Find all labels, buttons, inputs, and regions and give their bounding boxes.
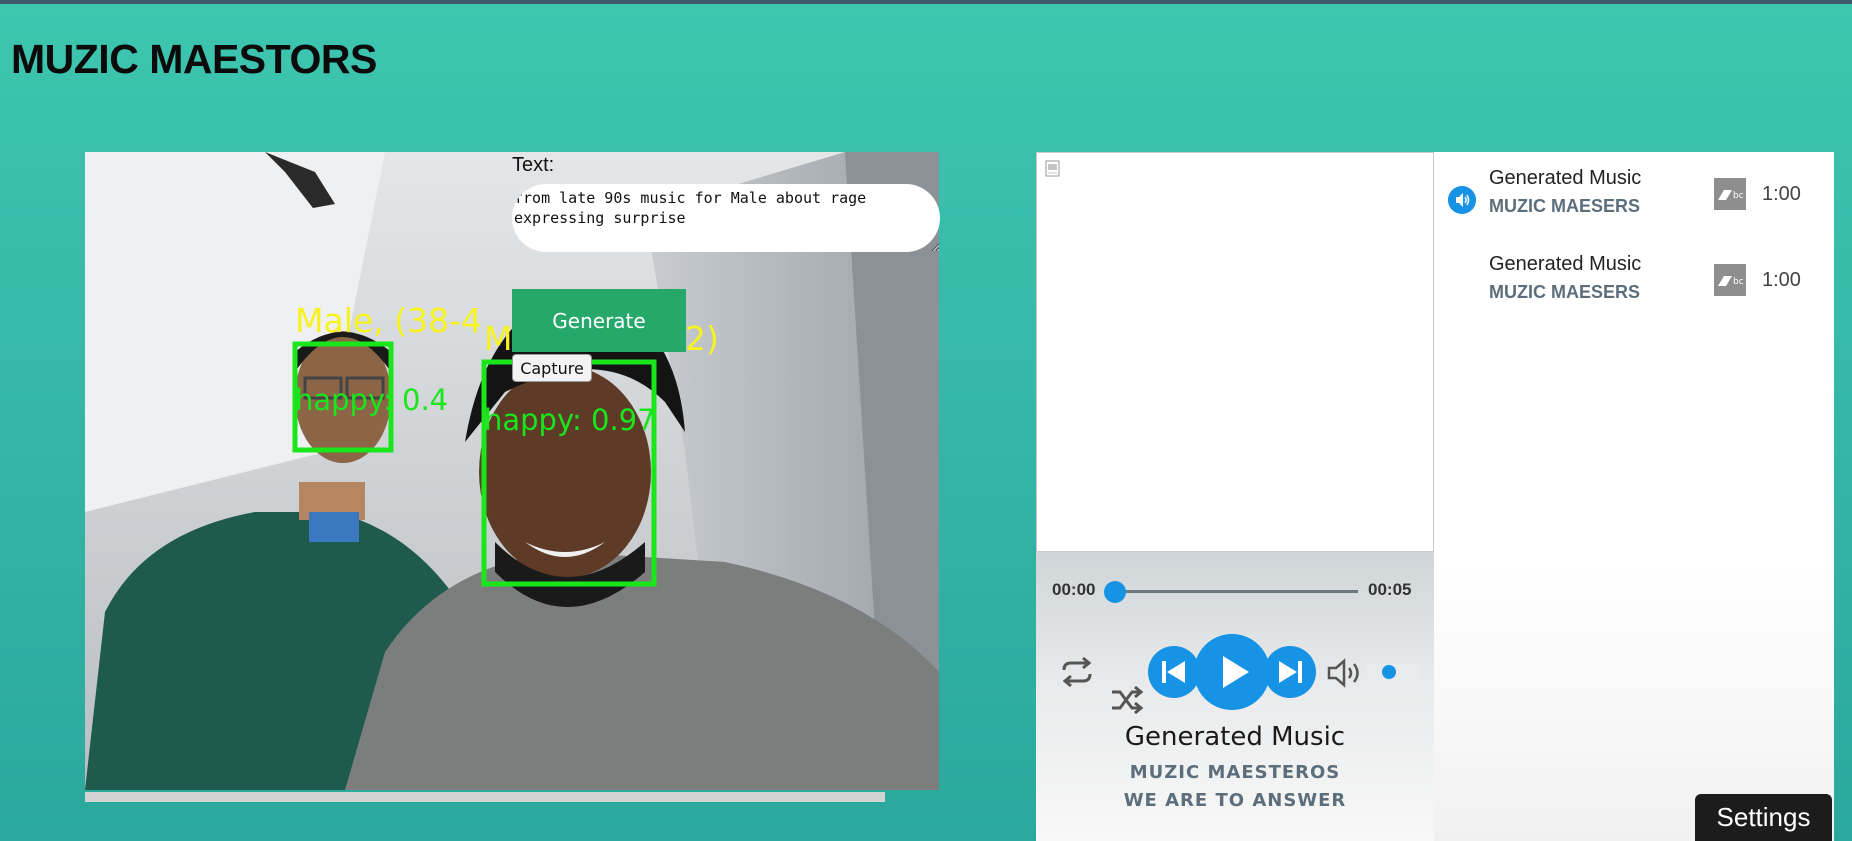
emotion-label-1: happy: 0.4: [295, 383, 448, 417]
now-playing-album: WE ARE TO ANSWER: [1123, 790, 1347, 811]
generate-button[interactable]: Generate: [512, 289, 686, 352]
text-label: Text:: [512, 154, 555, 176]
prompt-textarea[interactable]: from late 90s music for Male about rage …: [512, 184, 940, 252]
svg-text:bc: bc: [1733, 277, 1744, 287]
play-icon[interactable]: [1194, 634, 1270, 710]
playlist-item-artist: MUZIC MAESERS: [1489, 196, 1641, 216]
shuffle-icon[interactable]: [1110, 686, 1144, 714]
bandcamp-icon[interactable]: bc: [1714, 264, 1746, 296]
now-playing-title: Generated Music: [1124, 722, 1346, 752]
now-playing-artist: MUZIC MAESTEROS: [1129, 762, 1341, 783]
speaker-icon: [1448, 186, 1476, 214]
svg-text:bc: bc: [1733, 191, 1744, 201]
player-controls: 00:00 00:05 Generated Music MUZIC MAESTE…: [1036, 552, 1434, 841]
face-label-2-suffix: 2): [685, 319, 719, 358]
current-time: 00:00: [1052, 580, 1096, 599]
top-border: [0, 0, 1852, 4]
settings-button[interactable]: Settings: [1695, 794, 1832, 841]
volume-icon[interactable]: [1326, 658, 1364, 688]
seek-bar[interactable]: [1116, 590, 1358, 593]
camera-scrollbar[interactable]: [85, 792, 885, 802]
page-title: MUZIC MAESTORS: [11, 36, 377, 82]
bandcamp-icon[interactable]: bc: [1714, 178, 1746, 210]
capture-button[interactable]: Capture: [512, 354, 592, 382]
playlist-item-artist: MUZIC MAESERS: [1489, 282, 1641, 302]
face-label-1: Male, (38-4: [295, 301, 482, 340]
total-time: 00:05: [1368, 580, 1412, 599]
emotion-label-2: happy: 0.97: [484, 403, 656, 437]
album-art: [1036, 152, 1434, 552]
previous-track-icon[interactable]: [1148, 646, 1200, 698]
volume-slider[interactable]: [1366, 658, 1420, 686]
playlist-item[interactable]: Generated Music MUZIC MAESERS bc 1:00: [1434, 152, 1834, 238]
playlist-item-title: Generated Music: [1489, 253, 1642, 275]
playlist-item-title: Generated Music: [1489, 167, 1642, 189]
repeat-icon[interactable]: [1058, 656, 1096, 688]
broken-image-icon: [1045, 160, 1060, 177]
playlist-item-duration: 1:00: [1762, 183, 1801, 205]
face-label-2: M: [484, 319, 512, 358]
next-track-icon[interactable]: [1264, 646, 1316, 698]
playlist-item[interactable]: Generated Music MUZIC MAESERS bc 1:00: [1434, 238, 1834, 324]
playlist: Generated Music MUZIC MAESERS bc 1:00 Ge…: [1434, 152, 1834, 841]
playlist-item-duration: 1:00: [1762, 269, 1801, 291]
seek-thumb[interactable]: [1104, 581, 1126, 603]
